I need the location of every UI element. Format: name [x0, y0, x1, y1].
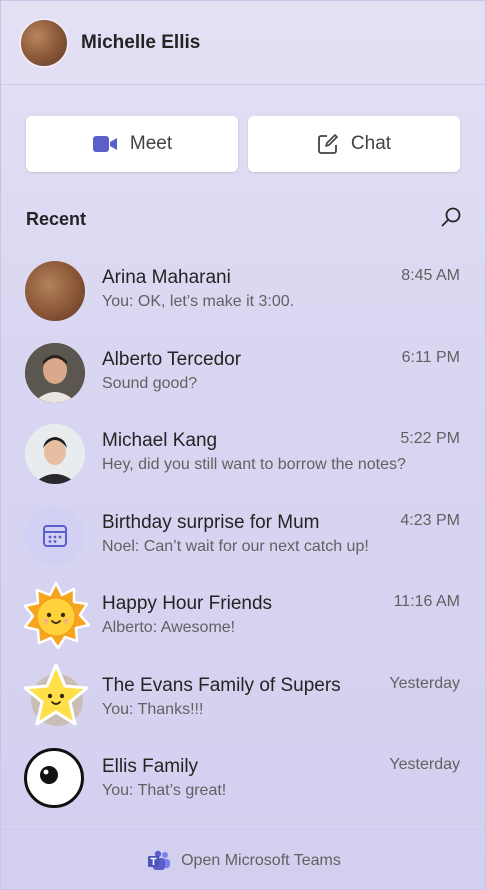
chat-preview: Sound good?: [102, 374, 198, 392]
chat-item-arina-maharani[interactable]: Arina Maharani You: OK, let’s make it 3:…: [1, 251, 486, 333]
search-icon[interactable]: [440, 206, 462, 233]
chat-button[interactable]: Chat: [248, 116, 460, 172]
chat-item-birthday-surprise[interactable]: Birthday surprise for Mum Noel: Can’t wa…: [1, 496, 486, 578]
avatar: [25, 342, 85, 403]
recent-label: Recent: [26, 208, 87, 229]
meet-button[interactable]: Meet: [26, 116, 238, 172]
open-teams-link[interactable]: Open Microsoft Teams: [1, 829, 486, 890]
chat-time: Yesterday: [389, 756, 460, 773]
chat-preview: You: Thanks!!!: [102, 700, 204, 718]
open-teams-label: Open Microsoft Teams: [181, 851, 341, 869]
avatar: [25, 261, 85, 321]
chat-preview: You: OK, let’s make it 3:00.: [102, 293, 295, 310]
chat-title: Michael Kang: [102, 430, 218, 451]
video-camera-icon: [92, 135, 118, 153]
teams-icon: [147, 850, 171, 872]
recent-chat-list: Arina Maharani You: OK, let’s make it 3:…: [1, 251, 486, 822]
chat-title: The Evans Family of Supers: [102, 674, 341, 696]
chat-item-michael-kang[interactable]: Michael Kang Hey, did you still want to …: [1, 414, 486, 496]
chat-title: Arina Maharani: [102, 267, 231, 288]
recent-header: Recent: [26, 201, 462, 237]
chat-item-alberto-tercedor[interactable]: Alberto Tercedor Sound good? 6:11 PM: [1, 333, 486, 415]
chat-preview: Hey, did you still want to borrow the no…: [102, 456, 406, 473]
chat-item-ellis-family[interactable]: Ellis Family You: That’s great! Yesterda…: [1, 740, 486, 822]
chat-preview: Alberto: Awesome!: [102, 619, 236, 636]
calendar-icon: [25, 505, 85, 566]
profile-avatar[interactable]: [19, 17, 69, 68]
eye-icon: [24, 748, 84, 808]
chat-time: 6:11 PM: [401, 348, 460, 366]
sun-icon: [21, 581, 91, 651]
chat-preview: You: That’s great!: [102, 782, 227, 799]
star-icon: [21, 662, 91, 732]
chat-time: Yesterday: [389, 674, 460, 692]
profile-header: Michelle Ellis: [1, 1, 486, 85]
chat-item-happy-hour-friends[interactable]: Happy Hour Friends Alberto: Awesome! 11:…: [1, 577, 486, 659]
chat-title: Birthday surprise for Mum: [102, 511, 320, 533]
chat-item-evans-family[interactable]: The Evans Family of Supers You: Thanks!!…: [1, 659, 486, 741]
meet-label: Meet: [129, 133, 173, 154]
avatar: [25, 424, 85, 484]
chat-time: 8:45 AM: [401, 267, 460, 284]
compose-icon: [317, 133, 339, 155]
chat-time: 4:23 PM: [400, 511, 460, 529]
chat-label: Chat: [350, 133, 392, 154]
teams-chat-panel: Michelle Ellis Meet Chat Recent Arina Ma…: [0, 0, 486, 890]
profile-name: Michelle Ellis: [81, 31, 201, 53]
chat-time: 5:22 PM: [400, 430, 460, 447]
chat-title: Alberto Tercedor: [102, 348, 242, 370]
chat-preview: Noel: Can’t wait for our next catch up!: [102, 537, 369, 555]
chat-title: Happy Hour Friends: [102, 593, 273, 614]
chat-title: Ellis Family: [102, 756, 199, 777]
chat-time: 11:16 AM: [393, 593, 460, 610]
